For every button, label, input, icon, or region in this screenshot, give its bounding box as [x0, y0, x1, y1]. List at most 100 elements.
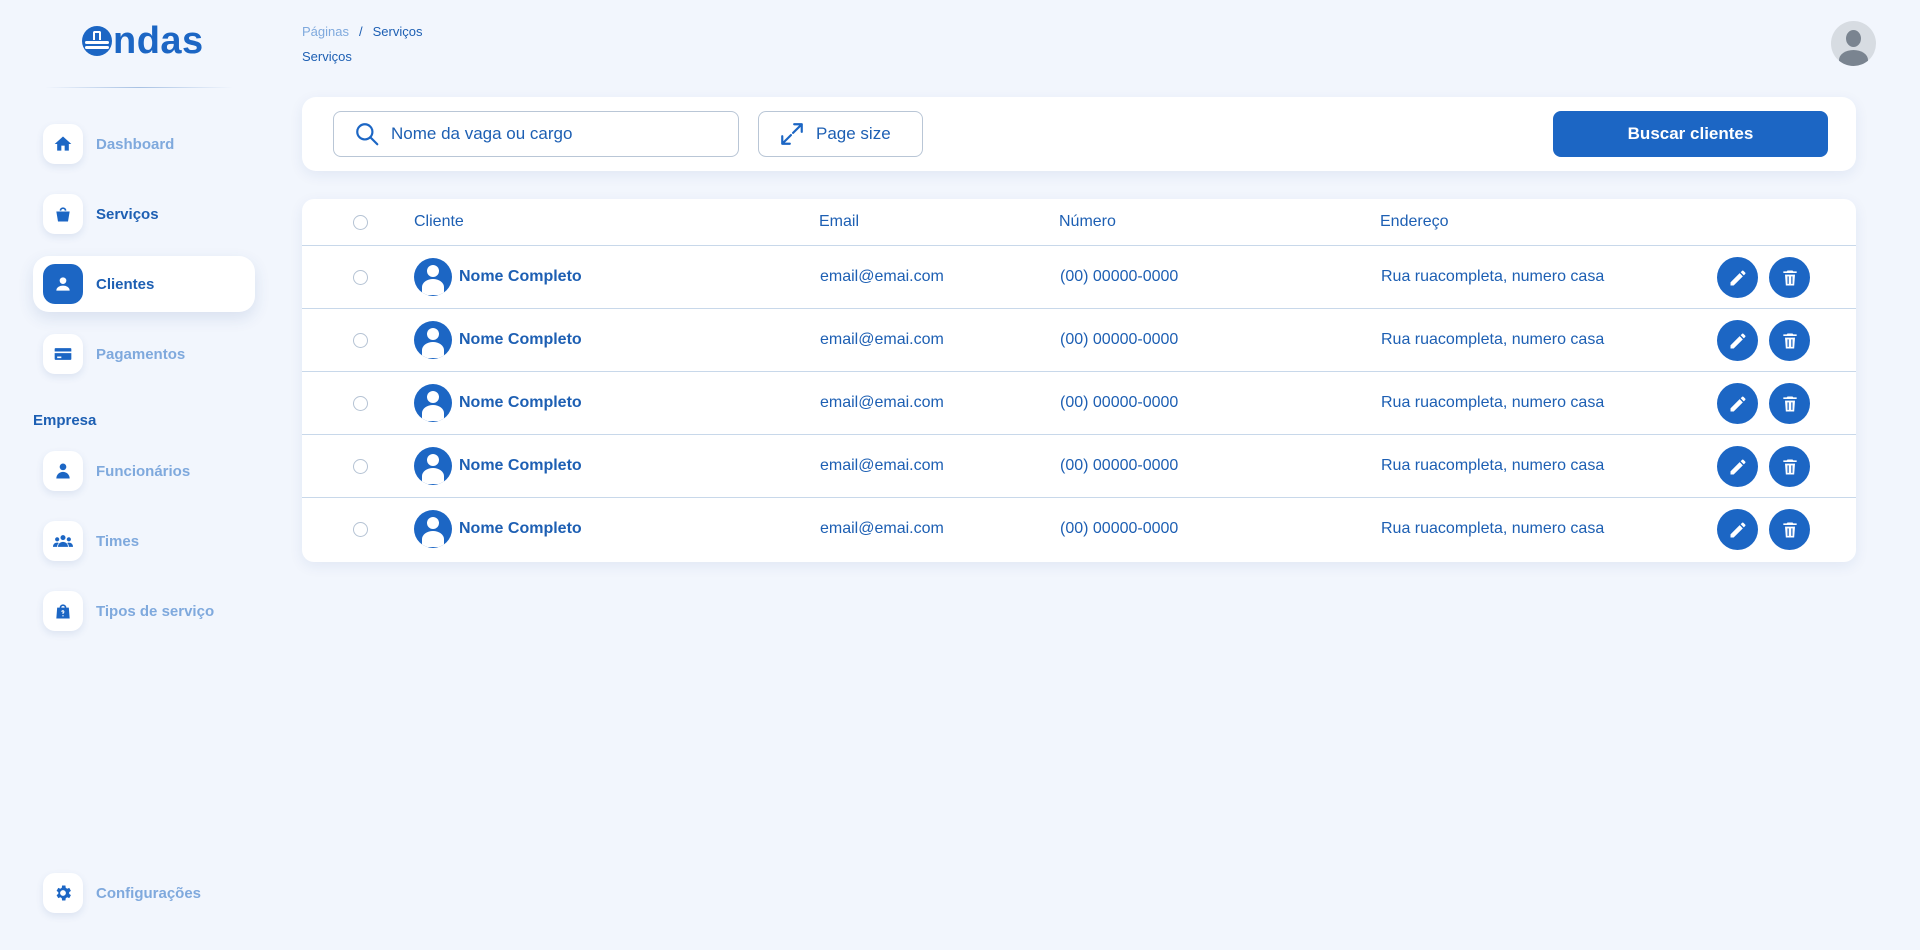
sidebar-item-label: Funcionários — [96, 462, 191, 480]
logo-text: ndas — [113, 20, 204, 62]
sidebar-item-servicos[interactable]: Serviços — [33, 186, 255, 242]
expand-icon — [781, 123, 803, 145]
page-size-button[interactable]: Page size — [758, 111, 923, 157]
breadcrumb-separator: / — [358, 24, 363, 39]
pencil-icon — [1730, 270, 1745, 285]
column-header-numero[interactable]: Número — [1059, 213, 1116, 231]
client-address: Rua ruacompleta, numero casa — [1381, 268, 1605, 285]
sidebar-divider — [45, 87, 233, 88]
search-toolbar: Page size Buscar clientes — [302, 97, 1856, 171]
column-header-cliente[interactable]: Cliente — [414, 213, 464, 231]
breadcrumb-root[interactable]: Páginas — [302, 24, 349, 39]
sidebar-item-tipos-de-servico[interactable]: Tipos de serviço — [33, 583, 255, 639]
search-clients-button[interactable]: Buscar clientes — [1553, 111, 1828, 157]
search-icon — [356, 123, 379, 146]
column-header-endereco[interactable]: Endereço — [1380, 213, 1449, 231]
sidebar-item-label: Clientes — [96, 275, 155, 293]
client-avatar-icon — [414, 510, 452, 548]
team-icon — [43, 521, 83, 561]
client-avatar-icon — [414, 321, 452, 359]
sidebar-item-pagamentos[interactable]: Pagamentos — [33, 326, 255, 382]
pencil-icon — [1730, 396, 1745, 411]
client-address: Rua ruacompleta, numero casa — [1381, 394, 1605, 411]
client-name: Nome Completo — [459, 520, 582, 537]
pencil-icon — [1730, 459, 1745, 474]
client-name: Nome Completo — [459, 457, 582, 474]
sidebar-item-clientes[interactable]: Clientes — [33, 256, 255, 312]
app-root: ndas Dashboard Serviços Clientes Pagamen… — [0, 0, 1920, 950]
breadcrumb-current: Serviços — [372, 24, 423, 39]
sidebar-item-times[interactable]: Times — [33, 513, 255, 569]
delete-button[interactable] — [1769, 446, 1810, 487]
edit-button[interactable] — [1717, 446, 1758, 487]
client-phone: (00) 00000-0000 — [1060, 520, 1179, 537]
client-email: email@emai.com — [820, 394, 944, 411]
client-phone: (00) 00000-0000 — [1060, 457, 1179, 474]
client-avatar-icon — [414, 384, 452, 422]
sidebar-item-label: Pagamentos — [96, 345, 186, 363]
client-name: Nome Completo — [459, 268, 582, 285]
gear-icon — [43, 873, 83, 913]
sidebar-item-label: Serviços — [96, 205, 159, 223]
client-email: email@emai.com — [820, 331, 944, 348]
table-row[interactable]: Nome Completo email@emai.com (00) 00000-… — [302, 372, 1856, 435]
delete-button[interactable] — [1769, 509, 1810, 550]
trash-icon — [1782, 270, 1797, 285]
pencil-icon — [1730, 333, 1745, 348]
client-phone: (00) 00000-0000 — [1060, 331, 1179, 348]
row-checkbox[interactable] — [353, 333, 368, 348]
logo[interactable]: ndas — [82, 22, 204, 60]
sidebar-item-label: Times — [96, 532, 140, 550]
edit-button[interactable] — [1717, 509, 1758, 550]
client-address: Rua ruacompleta, numero casa — [1381, 457, 1605, 474]
client-avatar-icon — [414, 258, 452, 296]
person-icon — [43, 264, 83, 304]
delete-button[interactable] — [1769, 257, 1810, 298]
sidebar-section-title: Empresa — [33, 412, 97, 429]
trash-icon — [1782, 459, 1797, 474]
select-all-checkbox[interactable] — [353, 215, 368, 230]
sidebar-item-dashboard[interactable]: Dashboard — [33, 116, 255, 172]
sidebar-item-label: Configurações — [96, 884, 202, 902]
search-input[interactable] — [391, 124, 711, 144]
trash-icon — [1782, 396, 1797, 411]
trash-icon — [1782, 522, 1797, 537]
bag-icon — [43, 591, 83, 631]
client-name: Nome Completo — [459, 331, 582, 348]
breadcrumb: Páginas / Serviços — [302, 24, 422, 39]
search-field[interactable] — [333, 111, 739, 157]
table-row[interactable]: Nome Completo email@emai.com (00) 00000-… — [302, 309, 1856, 372]
client-email: email@emai.com — [820, 457, 944, 474]
row-checkbox[interactable] — [353, 459, 368, 474]
table-row[interactable]: Nome Completo email@emai.com (00) 00000-… — [302, 435, 1856, 498]
credit-card-icon — [43, 334, 83, 374]
clients-table: Cliente Email Número Endereço Nome Compl… — [302, 199, 1856, 562]
edit-button[interactable] — [1717, 320, 1758, 361]
delete-button[interactable] — [1769, 383, 1810, 424]
sidebar-item-funcionarios[interactable]: Funcionários — [33, 443, 255, 499]
column-header-email[interactable]: Email — [819, 213, 859, 231]
delete-button[interactable] — [1769, 320, 1810, 361]
client-avatar-icon — [414, 447, 452, 485]
row-checkbox[interactable] — [353, 522, 368, 537]
edit-button[interactable] — [1717, 383, 1758, 424]
row-checkbox[interactable] — [353, 396, 368, 411]
client-name: Nome Completo — [459, 394, 582, 411]
employee-icon — [43, 451, 83, 491]
sidebar: ndas Dashboard Serviços Clientes Pagamen… — [0, 0, 290, 950]
sidebar-item-label: Tipos de serviço — [96, 602, 215, 620]
client-email: email@emai.com — [820, 520, 944, 537]
pencil-icon — [1730, 522, 1745, 537]
client-phone: (00) 00000-0000 — [1060, 268, 1179, 285]
client-email: email@emai.com — [820, 268, 944, 285]
row-checkbox[interactable] — [353, 270, 368, 285]
user-avatar[interactable] — [1831, 21, 1876, 66]
table-row[interactable]: Nome Completo email@emai.com (00) 00000-… — [302, 246, 1856, 309]
trash-icon — [1782, 333, 1797, 348]
client-address: Rua ruacompleta, numero casa — [1381, 331, 1605, 348]
edit-button[interactable] — [1717, 257, 1758, 298]
table-row[interactable]: Nome Completo email@emai.com (00) 00000-… — [302, 498, 1856, 561]
sidebar-item-configuracoes[interactable]: Configurações — [33, 865, 255, 921]
client-phone: (00) 00000-0000 — [1060, 394, 1179, 411]
sidebar-item-label: Dashboard — [96, 135, 175, 153]
